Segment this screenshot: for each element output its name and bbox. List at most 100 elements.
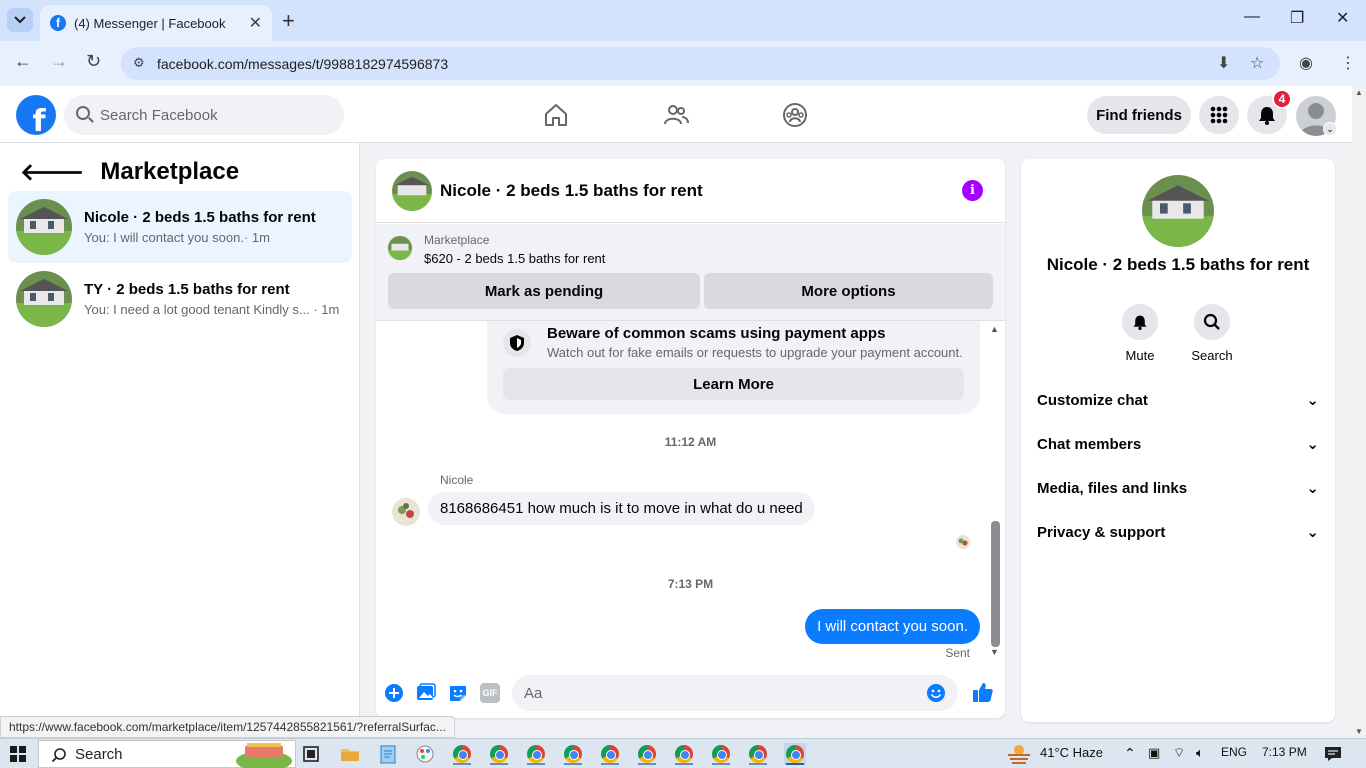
listing-title[interactable]: $620 - 2 beds 1.5 baths for rent <box>424 251 605 266</box>
chrome-window-2[interactable] <box>488 743 510 765</box>
scroll-up-icon[interactable]: ▲ <box>990 324 999 334</box>
close-tab-icon[interactable]: ✕ <box>249 13 262 33</box>
learn-more-button[interactable]: Learn More <box>503 368 964 400</box>
new-tab-icon[interactable]: + <box>282 8 295 34</box>
home-icon[interactable] <box>543 102 569 128</box>
menu-kebab-icon[interactable]: ⋮ <box>1340 53 1356 73</box>
more-options-button[interactable]: More options <box>704 273 993 309</box>
seen-avatar <box>956 535 970 549</box>
mark-as-pending-button[interactable]: Mark as pending <box>388 273 700 309</box>
back-icon[interactable]: ← <box>14 51 32 72</box>
info-title: Nicole · 2 beds 1.5 baths for rent <box>1046 255 1310 274</box>
outgoing-message[interactable]: I will contact you soon. <box>805 609 980 644</box>
show-hidden-icons-icon[interactable]: ⌃ <box>1124 745 1136 762</box>
weather-haze-icon[interactable] <box>1006 744 1032 764</box>
chrome-window-3[interactable] <box>525 743 547 765</box>
chevron-down-icon <box>14 16 26 24</box>
sidebar-header: 🡐 Marketplace <box>20 157 239 187</box>
plus-circle-icon[interactable] <box>384 683 404 703</box>
menu-button[interactable] <box>1199 96 1239 134</box>
chrome-icon <box>749 745 767 763</box>
language-indicator[interactable]: ENG <box>1221 745 1247 759</box>
message-input[interactable]: Aa <box>512 675 958 711</box>
taskbar-search[interactable]: Search <box>38 740 296 768</box>
device-icon[interactable]: ▣ <box>1148 745 1160 761</box>
listing-thumbnail <box>16 271 72 327</box>
incoming-message[interactable]: 8168686451 how much is it to move in wha… <box>428 492 815 525</box>
chat-scrollbar-thumb[interactable] <box>991 521 1000 647</box>
scroll-up-icon[interactable]: ▲ <box>1352 88 1366 97</box>
chrome-window-9[interactable] <box>747 743 769 765</box>
sender-avatar[interactable] <box>392 498 420 526</box>
close-window-icon[interactable]: ✕ <box>1336 8 1349 28</box>
chat-title[interactable]: Nicole · 2 beds 1.5 baths for rent <box>440 181 703 201</box>
find-friends-button[interactable]: Find friends <box>1087 96 1191 134</box>
notification-badge: 4 <box>1272 89 1292 109</box>
back-arrow-icon[interactable]: 🡐 <box>20 157 84 187</box>
paint-icon[interactable] <box>414 743 436 765</box>
gif-icon[interactable]: GIF <box>480 683 500 703</box>
url-field[interactable]: ⚙ facebook.com/messages/t/99881829745968… <box>121 47 1280 80</box>
conversation-item-nicole[interactable]: Nicole · 2 beds 1.5 baths for rent You: … <box>8 191 352 263</box>
sticker-icon[interactable] <box>448 683 468 703</box>
browser-tab[interactable]: f (4) Messenger | Facebook ✕ <box>40 5 272 41</box>
search-facebook-input[interactable]: Search Facebook <box>64 95 344 135</box>
media-files-links-section[interactable]: Media, files and links ⌄ <box>1037 468 1319 508</box>
chrome-window-1[interactable] <box>451 743 473 765</box>
volume-icon[interactable]: 🔈︎ <box>1196 745 1204 761</box>
wifi-icon[interactable]: ⌔ <box>1173 745 1185 761</box>
site-info-icon[interactable]: ⚙ <box>133 55 145 71</box>
privacy-support-section[interactable]: Privacy & support ⌄ <box>1037 512 1319 552</box>
chrome-window-6[interactable] <box>636 743 658 765</box>
facebook-logo-icon[interactable]: f <box>16 95 56 135</box>
weather-text[interactable]: 41°C Haze <box>1040 745 1103 760</box>
marketplace-label: Marketplace <box>424 233 490 247</box>
groups-icon[interactable] <box>782 102 808 128</box>
forward-icon[interactable]: → <box>50 51 68 72</box>
chrome-window-7[interactable] <box>673 743 695 765</box>
mute-action[interactable]: Mute <box>1110 304 1170 363</box>
account-chevron-icon[interactable]: ⌄ <box>1323 122 1337 136</box>
info-icon[interactable]: i <box>962 180 983 201</box>
chrome-icon <box>564 745 582 763</box>
conversation-item-ty[interactable]: TY · 2 beds 1.5 baths for rent You: I ne… <box>8 263 352 335</box>
profile-icon[interactable]: ◉ <box>1299 53 1313 73</box>
customize-chat-section[interactable]: Customize chat ⌄ <box>1037 380 1319 420</box>
chrome-window-5[interactable] <box>599 743 621 765</box>
bell-icon <box>1259 107 1275 125</box>
tab-search-button[interactable] <box>7 8 33 32</box>
search-highlight-image <box>236 743 292 768</box>
chat-avatar[interactable] <box>392 170 432 211</box>
windows-start-icon[interactable] <box>10 746 26 762</box>
timestamp: 11:12 AM <box>664 435 717 449</box>
chrome-icon <box>453 745 471 763</box>
notification-center-icon[interactable] <box>1324 746 1342 762</box>
friends-icon[interactable] <box>663 102 689 128</box>
install-app-icon[interactable]: ⬇ <box>1217 53 1230 73</box>
emoji-icon[interactable] <box>926 683 946 703</box>
chrome-window-active[interactable] <box>784 743 806 765</box>
clock[interactable]: 7:13 PM <box>1262 745 1307 759</box>
chevron-down-icon: ⌄ <box>1306 480 1319 497</box>
message-placeholder: Aa <box>524 684 543 702</box>
task-view-icon[interactable] <box>300 743 322 765</box>
scroll-down-icon[interactable]: ▼ <box>990 647 999 657</box>
message-composer: GIF Aa <box>376 674 1005 714</box>
page-scrollbar[interactable]: ▲ ▼ <box>1352 86 1366 738</box>
sent-status: Sent <box>945 646 970 660</box>
bookmark-star-icon[interactable]: ☆ <box>1250 53 1264 73</box>
chrome-window-4[interactable] <box>562 743 584 765</box>
info-avatar[interactable] <box>1142 175 1214 247</box>
scam-title: Beware of common scams using payment app… <box>547 325 886 342</box>
notepad-icon[interactable] <box>377 743 399 765</box>
photo-icon[interactable] <box>416 683 436 703</box>
chat-members-section[interactable]: Chat members ⌄ <box>1037 424 1319 464</box>
reload-icon[interactable]: ↻ <box>86 51 101 72</box>
minimize-icon[interactable]: — <box>1244 8 1260 26</box>
chrome-window-8[interactable] <box>710 743 732 765</box>
thumbs-up-icon[interactable] <box>972 681 994 703</box>
search-action[interactable]: Search <box>1182 304 1242 363</box>
restore-icon[interactable]: ❐ <box>1290 8 1304 28</box>
file-explorer-icon[interactable] <box>339 743 361 765</box>
scroll-down-icon[interactable]: ▼ <box>1352 727 1366 736</box>
